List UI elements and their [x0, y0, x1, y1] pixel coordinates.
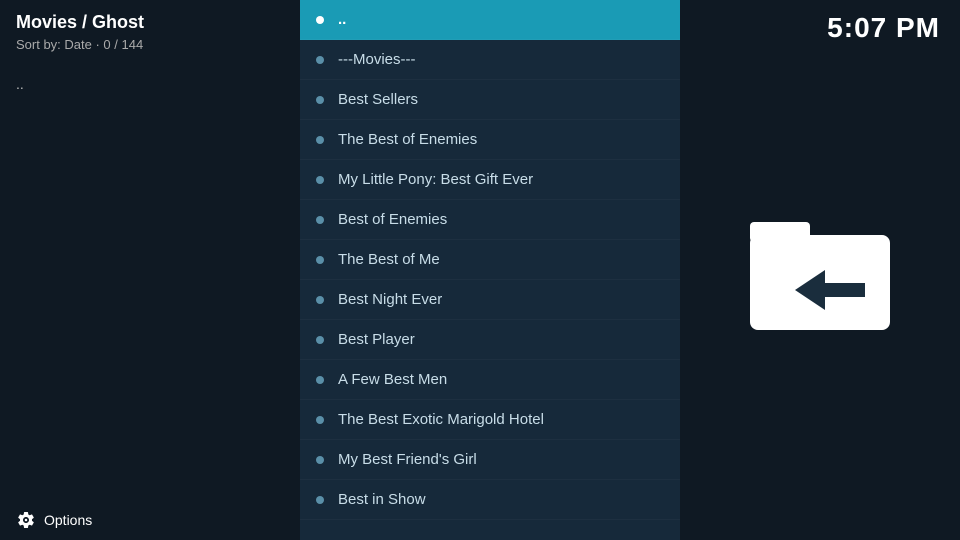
list-item-label: Best Player	[338, 331, 415, 348]
list-item-label: Best of Enemies	[338, 211, 447, 228]
list-item-dot	[316, 56, 324, 64]
list-item-label: ..	[338, 11, 346, 28]
list-item-the-best-of-enemies[interactable]: The Best of Enemies	[300, 120, 680, 160]
list-item-dot	[316, 176, 324, 184]
list-item-dot	[316, 96, 324, 104]
folder-back-icon	[740, 200, 900, 340]
list-item-movies-header[interactable]: ---Movies---	[300, 40, 680, 80]
folder-icon-container	[740, 200, 900, 340]
breadcrumb-title: Movies / Ghost	[16, 12, 284, 33]
options-label: Options	[44, 512, 92, 528]
list-item-my-little-pony[interactable]: My Little Pony: Best Gift Ever	[300, 160, 680, 200]
list-item-label: The Best of Me	[338, 251, 440, 268]
clock: 5:07 PM	[827, 12, 940, 44]
list-item-label: ---Movies---	[338, 51, 415, 68]
sort-info: Sort by: Date · 0 / 144	[16, 37, 284, 52]
list-item-best-sellers[interactable]: Best Sellers	[300, 80, 680, 120]
list-item-label: The Best of Enemies	[338, 131, 477, 148]
list-item-a-few-best-men[interactable]: A Few Best Men	[300, 360, 680, 400]
list-item-dot	[316, 496, 324, 504]
right-panel	[680, 0, 960, 540]
list-item-best-of-enemies[interactable]: Best of Enemies	[300, 200, 680, 240]
list-item-the-best-exotic-marigold-hotel[interactable]: The Best Exotic Marigold Hotel	[300, 400, 680, 440]
list-item-label: Best Night Ever	[338, 291, 442, 308]
sidebar-parent-link: ..	[16, 76, 284, 92]
list-item-dot	[316, 456, 324, 464]
list-item-label: My Little Pony: Best Gift Ever	[338, 171, 533, 188]
list-item-label: My Best Friend's Girl	[338, 451, 477, 468]
list-item-label: Best Sellers	[338, 91, 418, 108]
list-item-dot	[316, 256, 324, 264]
list-item-my-best-friends-girl[interactable]: My Best Friend's Girl	[300, 440, 680, 480]
list-item-parent-nav[interactable]: ..	[300, 0, 680, 40]
list-item-label: A Few Best Men	[338, 371, 447, 388]
list-item-dot	[316, 336, 324, 344]
list-item-best-in-show[interactable]: Best in Show	[300, 480, 680, 520]
list-item-the-best-of-me[interactable]: The Best of Me	[300, 240, 680, 280]
list-item-dot	[316, 296, 324, 304]
list-item-dot	[316, 416, 324, 424]
list-item-dot	[316, 16, 324, 24]
options-bar[interactable]: Options	[0, 500, 300, 540]
list-item-label: The Best Exotic Marigold Hotel	[338, 411, 544, 428]
list-item-best-player[interactable]: Best Player	[300, 320, 680, 360]
main-list-panel[interactable]: .. ---Movies--- Best Sellers The Best of En…	[300, 0, 680, 540]
options-icon	[16, 510, 36, 530]
list-item-dot	[316, 216, 324, 224]
list-item-dot	[316, 136, 324, 144]
sidebar: Movies / Ghost Sort by: Date · 0 / 144 .…	[0, 0, 300, 540]
list-item-dot	[316, 376, 324, 384]
list-item-label: Best in Show	[338, 491, 426, 508]
list-item-best-night-ever[interactable]: Best Night Ever	[300, 280, 680, 320]
